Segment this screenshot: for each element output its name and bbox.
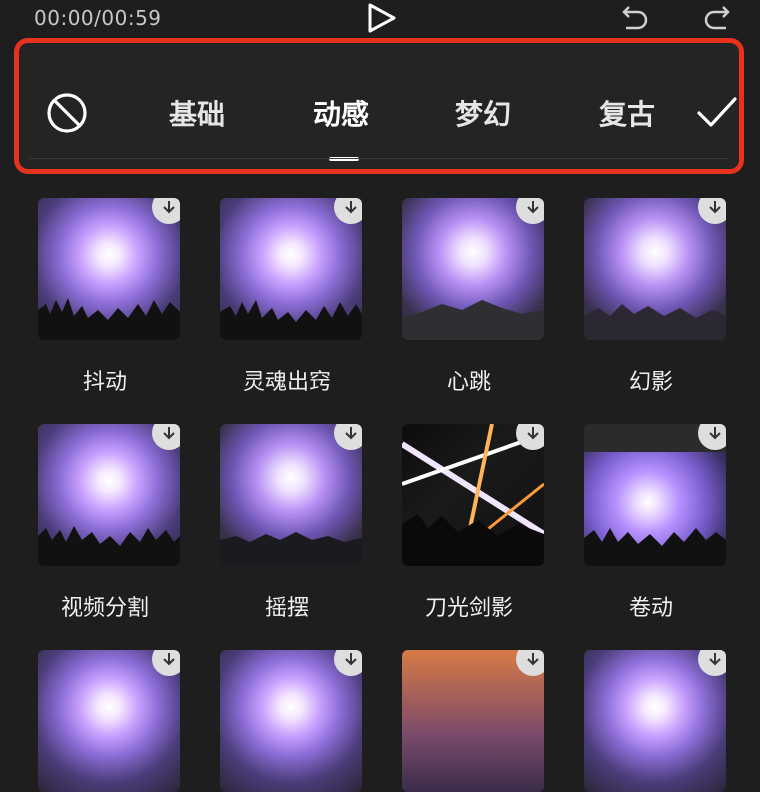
effect-thumbnail[interactable]: [220, 198, 362, 340]
download-icon[interactable]: [334, 424, 362, 450]
effect-thumbnail[interactable]: [38, 424, 180, 566]
effect-label: 灵魂出窍: [242, 370, 331, 395]
effects-grid: 抖动 灵魂出窍 心跳 幻影 视频分割 摇摆 刀光剑影 卷动: [0, 180, 760, 792]
download-icon[interactable]: [698, 424, 726, 450]
effect-thumbnail[interactable]: [402, 198, 544, 340]
crowd-silhouette: [584, 304, 726, 340]
crowd-silhouette: [38, 526, 180, 566]
effect-label: 卷动: [628, 596, 673, 621]
effect-thumbnail[interactable]: [220, 650, 362, 792]
check-icon[interactable]: [695, 95, 739, 131]
tab-retro[interactable]: 复古: [599, 93, 655, 133]
playback-time: 00:00/00:59: [34, 6, 162, 30]
effect-label: 视频分割: [60, 596, 149, 621]
play-icon[interactable]: [364, 2, 400, 34]
download-icon[interactable]: [334, 198, 362, 224]
crowd-silhouette: [402, 300, 544, 340]
effect-thumbnail[interactable]: [38, 650, 180, 792]
effect-label: 刀光剑影: [424, 596, 513, 621]
download-icon[interactable]: [516, 198, 544, 224]
effect-thumbnail[interactable]: [220, 424, 362, 566]
tab-basic[interactable]: 基础: [169, 93, 225, 133]
download-icon[interactable]: [152, 198, 180, 224]
none-icon[interactable]: [45, 91, 89, 135]
crowd-silhouette: [38, 298, 180, 340]
redo-icon[interactable]: [700, 4, 736, 32]
crowd-silhouette: [220, 300, 362, 340]
tab-divider: [29, 158, 729, 159]
effect-label: 摇摆: [264, 596, 309, 621]
download-icon[interactable]: [152, 650, 180, 676]
tab-dreamy[interactable]: 梦幻: [455, 93, 511, 133]
effect-thumbnail[interactable]: [402, 650, 544, 792]
effect-thumbnail[interactable]: [584, 198, 726, 340]
effect-thumbnail[interactable]: [584, 650, 726, 792]
download-icon[interactable]: [516, 650, 544, 676]
effect-label: 抖动: [82, 370, 127, 395]
player-bar: 00:00/00:59: [0, 0, 760, 36]
crowd-silhouette: [584, 528, 726, 566]
tab-dynamic[interactable]: 动感: [313, 93, 369, 133]
undo-icon[interactable]: [616, 4, 652, 32]
crowd-silhouette: [220, 532, 362, 566]
effect-thumbnail[interactable]: [402, 424, 544, 566]
effect-category-tabs: 基础 动感 梦幻 复古: [14, 38, 744, 174]
download-icon[interactable]: [152, 424, 180, 450]
download-icon[interactable]: [334, 650, 362, 676]
effect-label: 心跳: [446, 370, 491, 395]
effect-thumbnail[interactable]: [584, 424, 726, 566]
download-icon[interactable]: [698, 198, 726, 224]
effect-thumbnail[interactable]: [38, 198, 180, 340]
effect-label: 幻影: [628, 370, 673, 395]
download-icon[interactable]: [698, 650, 726, 676]
